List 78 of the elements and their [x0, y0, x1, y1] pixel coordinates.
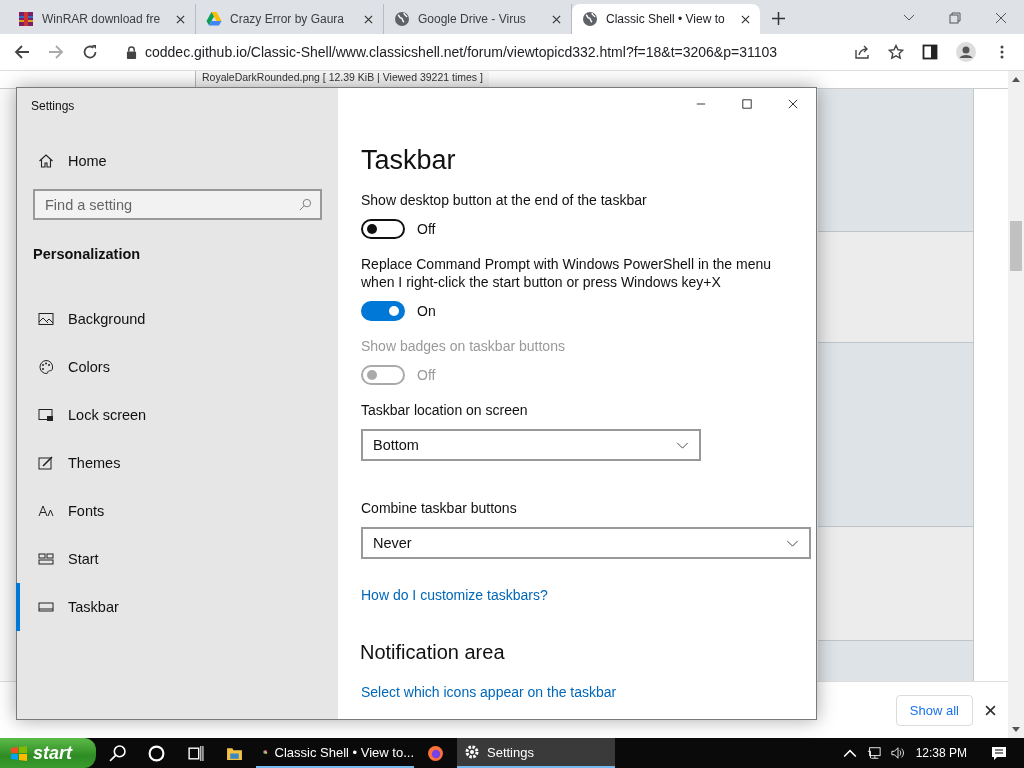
nav-item[interactable]: Background	[16, 295, 338, 343]
section-heading: Notification area	[360, 641, 505, 664]
screen-icon	[38, 407, 54, 423]
globe-icon	[394, 11, 410, 27]
brush-icon	[38, 455, 54, 471]
taskbar-app[interactable]: Settings	[457, 738, 615, 768]
nav-item[interactable]: Start	[16, 535, 338, 583]
setting-label: Replace Command Prompt with Windows PowerShell in the menu when I right-click the start button or press Windows key+X	[361, 255, 773, 291]
nav-item[interactable]: Themes	[16, 439, 338, 487]
nav-item[interactable]: Colors	[16, 343, 338, 391]
notification-icon[interactable]	[991, 745, 1007, 761]
taskbar-app[interactable]: Classic Shell • View to...	[256, 738, 414, 768]
close-icon[interactable]	[741, 14, 750, 24]
scroll-down-icon[interactable]	[1012, 727, 1020, 732]
image-icon	[38, 311, 54, 327]
setting-label: Taskbar location on screen	[361, 401, 528, 419]
help-link[interactable]: How do I customize taskbars?	[361, 587, 548, 603]
circle-icon[interactable]	[148, 744, 165, 762]
close-icon[interactable]	[552, 14, 561, 24]
show-all-button[interactable]: Show all	[895, 694, 973, 726]
browser-tab[interactable]: Crazy Error by Gaura	[196, 4, 384, 34]
start-button[interactable]: start	[0, 738, 96, 768]
gear-icon	[464, 744, 480, 760]
task-view-icon[interactable]	[187, 744, 204, 762]
restore-icon[interactable]	[949, 12, 961, 24]
taskbar-icon	[38, 599, 54, 615]
home-icon	[38, 153, 54, 169]
setting-label: Show desktop button at the end of the taskbar	[361, 191, 647, 209]
search-icon[interactable]	[109, 744, 126, 762]
home-nav-item[interactable]: Home	[16, 138, 338, 184]
toggle-switch[interactable]	[361, 301, 405, 321]
clock[interactable]: 12:38 PM	[915, 746, 967, 760]
toggle-state: Off	[417, 221, 436, 237]
new-tab-icon[interactable]	[772, 12, 785, 25]
settings-link[interactable]: Select which icons appear on the taskbar	[361, 684, 617, 700]
caret-icon	[786, 539, 799, 547]
search-field[interactable]: Find a setting	[33, 189, 322, 220]
drive-icon	[206, 11, 222, 27]
lock-icon	[126, 45, 137, 59]
font-icon	[38, 503, 54, 519]
nav-item[interactable]: Fonts	[16, 487, 338, 535]
toggle-state: Off	[417, 367, 436, 383]
section-title: Personalization	[33, 246, 142, 262]
globe-icon	[582, 11, 598, 27]
tab-title: WinRAR download fre	[42, 12, 162, 26]
scrollbar[interactable]	[1008, 71, 1024, 738]
firefox-icon[interactable]	[427, 744, 444, 762]
address-field[interactable]: coddec.github.io/Classic-Shell/www.classicshell.net/forum/viewtopicd332.html?f=18&t=3206&p=31103	[116, 38, 836, 66]
tiles-icon	[38, 551, 54, 567]
windows-flag-icon	[10, 745, 28, 761]
close-icon[interactable]	[176, 14, 185, 24]
tab-title: Crazy Error by Gaura	[230, 12, 346, 26]
toggle-state: On	[417, 303, 436, 319]
tab-title: Classic Shell • View to	[606, 12, 726, 26]
browser-tab[interactable]: Classic Shell • View to	[572, 4, 760, 34]
palette-icon	[38, 359, 54, 375]
archive-icon	[18, 11, 34, 27]
volume-icon[interactable]	[890, 746, 905, 760]
browser-tab[interactable]: Google Drive - Virus	[384, 4, 572, 34]
setting-label: Combine taskbar buttons	[361, 499, 517, 517]
close-icon[interactable]	[985, 704, 996, 716]
search-icon	[299, 198, 312, 211]
close-icon[interactable]	[995, 12, 1007, 24]
nav-item[interactable]: Lock screen	[16, 391, 338, 439]
scrollbar-thumb[interactable]	[1010, 221, 1022, 271]
nav-item[interactable]: Taskbar	[16, 583, 338, 631]
window-title: Settings	[31, 99, 76, 113]
network-icon[interactable]	[866, 746, 881, 760]
toggle-switch[interactable]	[361, 219, 405, 239]
dropdown[interactable]: Never	[361, 527, 811, 559]
dropdown[interactable]: Bottom	[361, 429, 701, 461]
scroll-up-icon[interactable]	[1012, 77, 1020, 82]
page-heading: Taskbar	[361, 144, 457, 177]
tab-title: Google Drive - Virus	[418, 12, 527, 26]
close-icon[interactable]	[364, 14, 373, 24]
browser-tab[interactable]: WinRAR download fre	[8, 4, 196, 34]
setting-label: Show badges on taskbar buttons	[361, 337, 565, 355]
caret-icon	[676, 441, 689, 449]
